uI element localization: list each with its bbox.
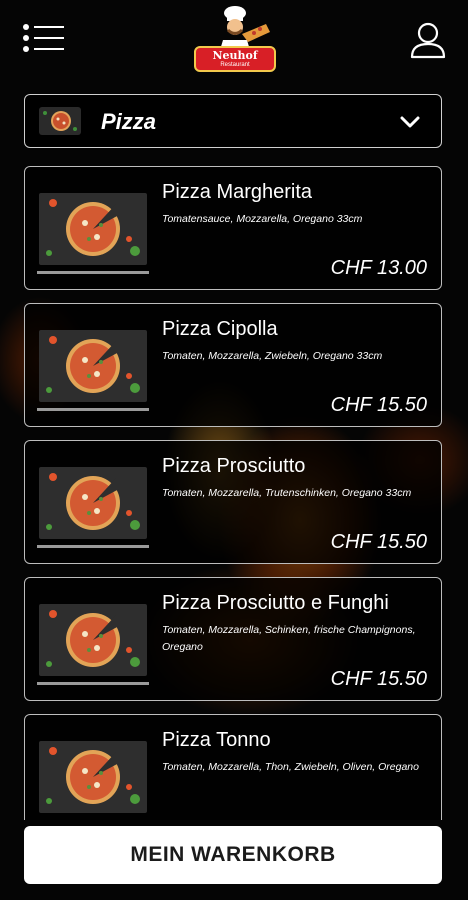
product-description: Tomatensauce, Mozzarella, Oregano 33cm: [162, 213, 363, 225]
cart-button[interactable]: MEIN WARENKORB: [24, 826, 442, 884]
logo-subtitle: Restaurant: [220, 62, 250, 68]
menu-icon: [23, 24, 64, 52]
product-description: Tomaten, Mozzarella, Zwiebeln, Oregano 3…: [162, 350, 383, 362]
product-name: Pizza Margherita: [162, 181, 313, 203]
image-underline: [37, 408, 149, 411]
image-underline: [37, 682, 149, 685]
menu-button[interactable]: [22, 22, 66, 56]
product-price: CHF 13.00: [330, 257, 427, 279]
user-icon: [410, 22, 446, 59]
product-card[interactable]: Pizza Cipolla Tomaten, Mozzarella, Zwieb…: [24, 303, 442, 427]
chef-icon: [220, 6, 270, 50]
product-price: CHF 15.50: [330, 531, 427, 553]
product-image: [39, 330, 147, 402]
product-image: [39, 193, 147, 265]
image-underline: [37, 545, 149, 548]
user-account-button[interactable]: [408, 20, 448, 60]
product-card[interactable]: Pizza Prosciutto e Funghi Tomaten, Mozza…: [24, 577, 442, 701]
product-description: Tomaten, Mozzarella, Trutenschinken, Ore…: [162, 487, 412, 499]
product-image: [39, 467, 147, 539]
product-card[interactable]: Pizza Margherita Tomatensauce, Mozzarell…: [24, 166, 442, 290]
product-name: Pizza Tonno: [162, 729, 271, 751]
product-price: CHF 15.50: [330, 394, 427, 416]
header: Neuhof Restaurant: [0, 0, 468, 90]
category-dropdown[interactable]: Pizza: [24, 94, 442, 148]
product-list: Pizza Margherita Tomatensauce, Mozzarell…: [24, 166, 442, 820]
product-description: Tomaten, Mozzarella, Schinken, frische C…: [162, 624, 416, 653]
chevron-down-icon: [400, 116, 420, 128]
logo-name: Neuhof: [212, 49, 258, 62]
image-underline: [37, 271, 149, 274]
product-name: Pizza Prosciutto e Funghi: [162, 592, 389, 614]
product-card[interactable]: Pizza Tonno Tomaten, Mozzarella, Thon, Z…: [24, 714, 442, 820]
product-name: Pizza Prosciutto: [162, 455, 306, 477]
category-label: Pizza: [101, 109, 157, 134]
product-name: Pizza Cipolla: [162, 318, 278, 340]
product-description: Tomaten, Mozzarella, Thon, Zwiebeln, Oli…: [162, 761, 419, 773]
product-price: CHF 15.50: [330, 668, 427, 690]
product-card[interactable]: Pizza Prosciutto Tomaten, Mozzarella, Tr…: [24, 440, 442, 564]
restaurant-logo[interactable]: Neuhof Restaurant: [190, 4, 280, 74]
category-thumbnail: [39, 107, 81, 135]
product-image: [39, 604, 147, 676]
product-image: [39, 741, 147, 813]
logo-badge: Neuhof Restaurant: [194, 46, 276, 72]
